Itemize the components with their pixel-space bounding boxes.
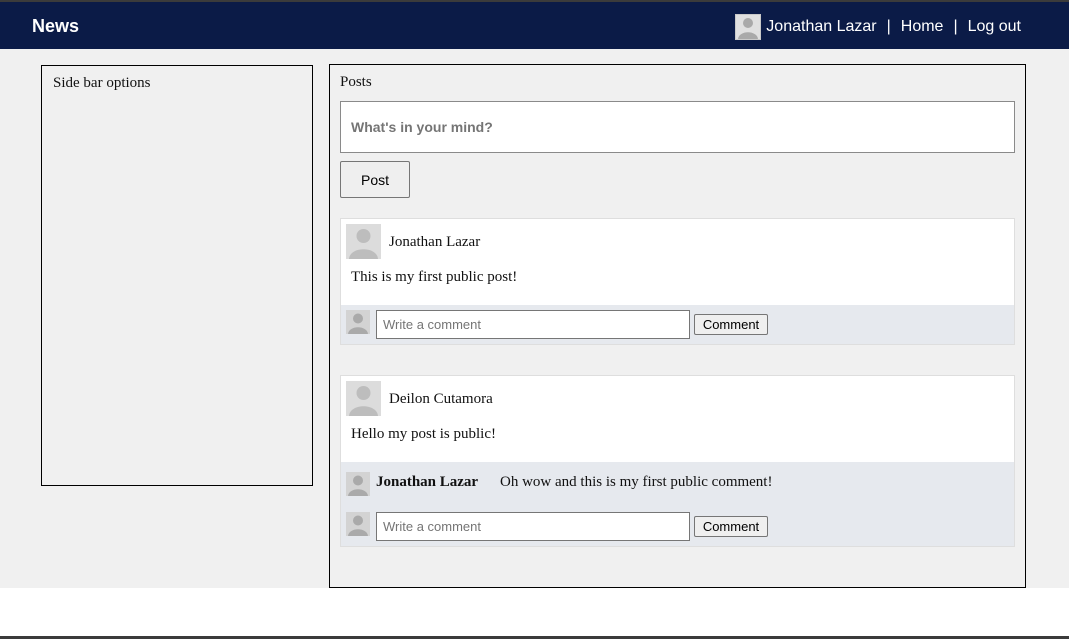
- post-text: This is my first public post!: [351, 269, 518, 285]
- comment-text: Oh wow and this is my first public comme…: [500, 474, 773, 490]
- comment-input[interactable]: [376, 310, 690, 339]
- post-composer-input[interactable]: [340, 101, 1015, 153]
- sidebar-panel: Side bar options: [41, 65, 313, 486]
- post-text: Hello my post is public!: [351, 426, 496, 442]
- post-card: Jonathan Lazar This is my first public p…: [340, 218, 1015, 345]
- post-button[interactable]: Post: [340, 161, 410, 198]
- nav-user-name[interactable]: Jonathan Lazar: [766, 18, 876, 36]
- nav-home-link[interactable]: Home: [901, 18, 944, 36]
- author-avatar-icon[interactable]: [346, 224, 381, 259]
- post-author[interactable]: Deilon Cutamora: [389, 391, 493, 408]
- nav-separator: |: [953, 18, 958, 35]
- nav-logout-link[interactable]: Log out: [968, 18, 1021, 36]
- comment-input[interactable]: [376, 512, 690, 541]
- commenter-avatar-icon: [346, 472, 370, 496]
- posts-panel: Posts Post Jonathan Lazar This is my fir…: [329, 64, 1026, 588]
- comments-section: Jonathan Lazar Oh wow and this is my fir…: [341, 462, 1014, 546]
- comment-button[interactable]: Comment: [694, 314, 768, 335]
- sidebar-title: Side bar options: [53, 75, 151, 91]
- author-avatar-icon[interactable]: [346, 381, 381, 416]
- nav-separator: |: [886, 18, 891, 35]
- post-author[interactable]: Jonathan Lazar: [389, 234, 480, 251]
- nav-user-menu: Jonathan Lazar | Home | Log out: [735, 14, 1021, 40]
- top-navbar: News Jonathan Lazar | Home | Log out: [0, 2, 1069, 49]
- comment-button[interactable]: Comment: [694, 516, 768, 537]
- post-card: Deilon Cutamora Hello my post is public!…: [340, 375, 1015, 547]
- user-avatar-icon[interactable]: [735, 14, 762, 40]
- brand-title[interactable]: News: [32, 16, 79, 37]
- comment-author[interactable]: Jonathan Lazar: [376, 474, 478, 491]
- commenter-avatar-icon: [346, 310, 370, 334]
- commenter-avatar-icon: [346, 512, 370, 536]
- posts-title: Posts: [340, 74, 372, 90]
- comments-section: Comment: [341, 305, 1014, 344]
